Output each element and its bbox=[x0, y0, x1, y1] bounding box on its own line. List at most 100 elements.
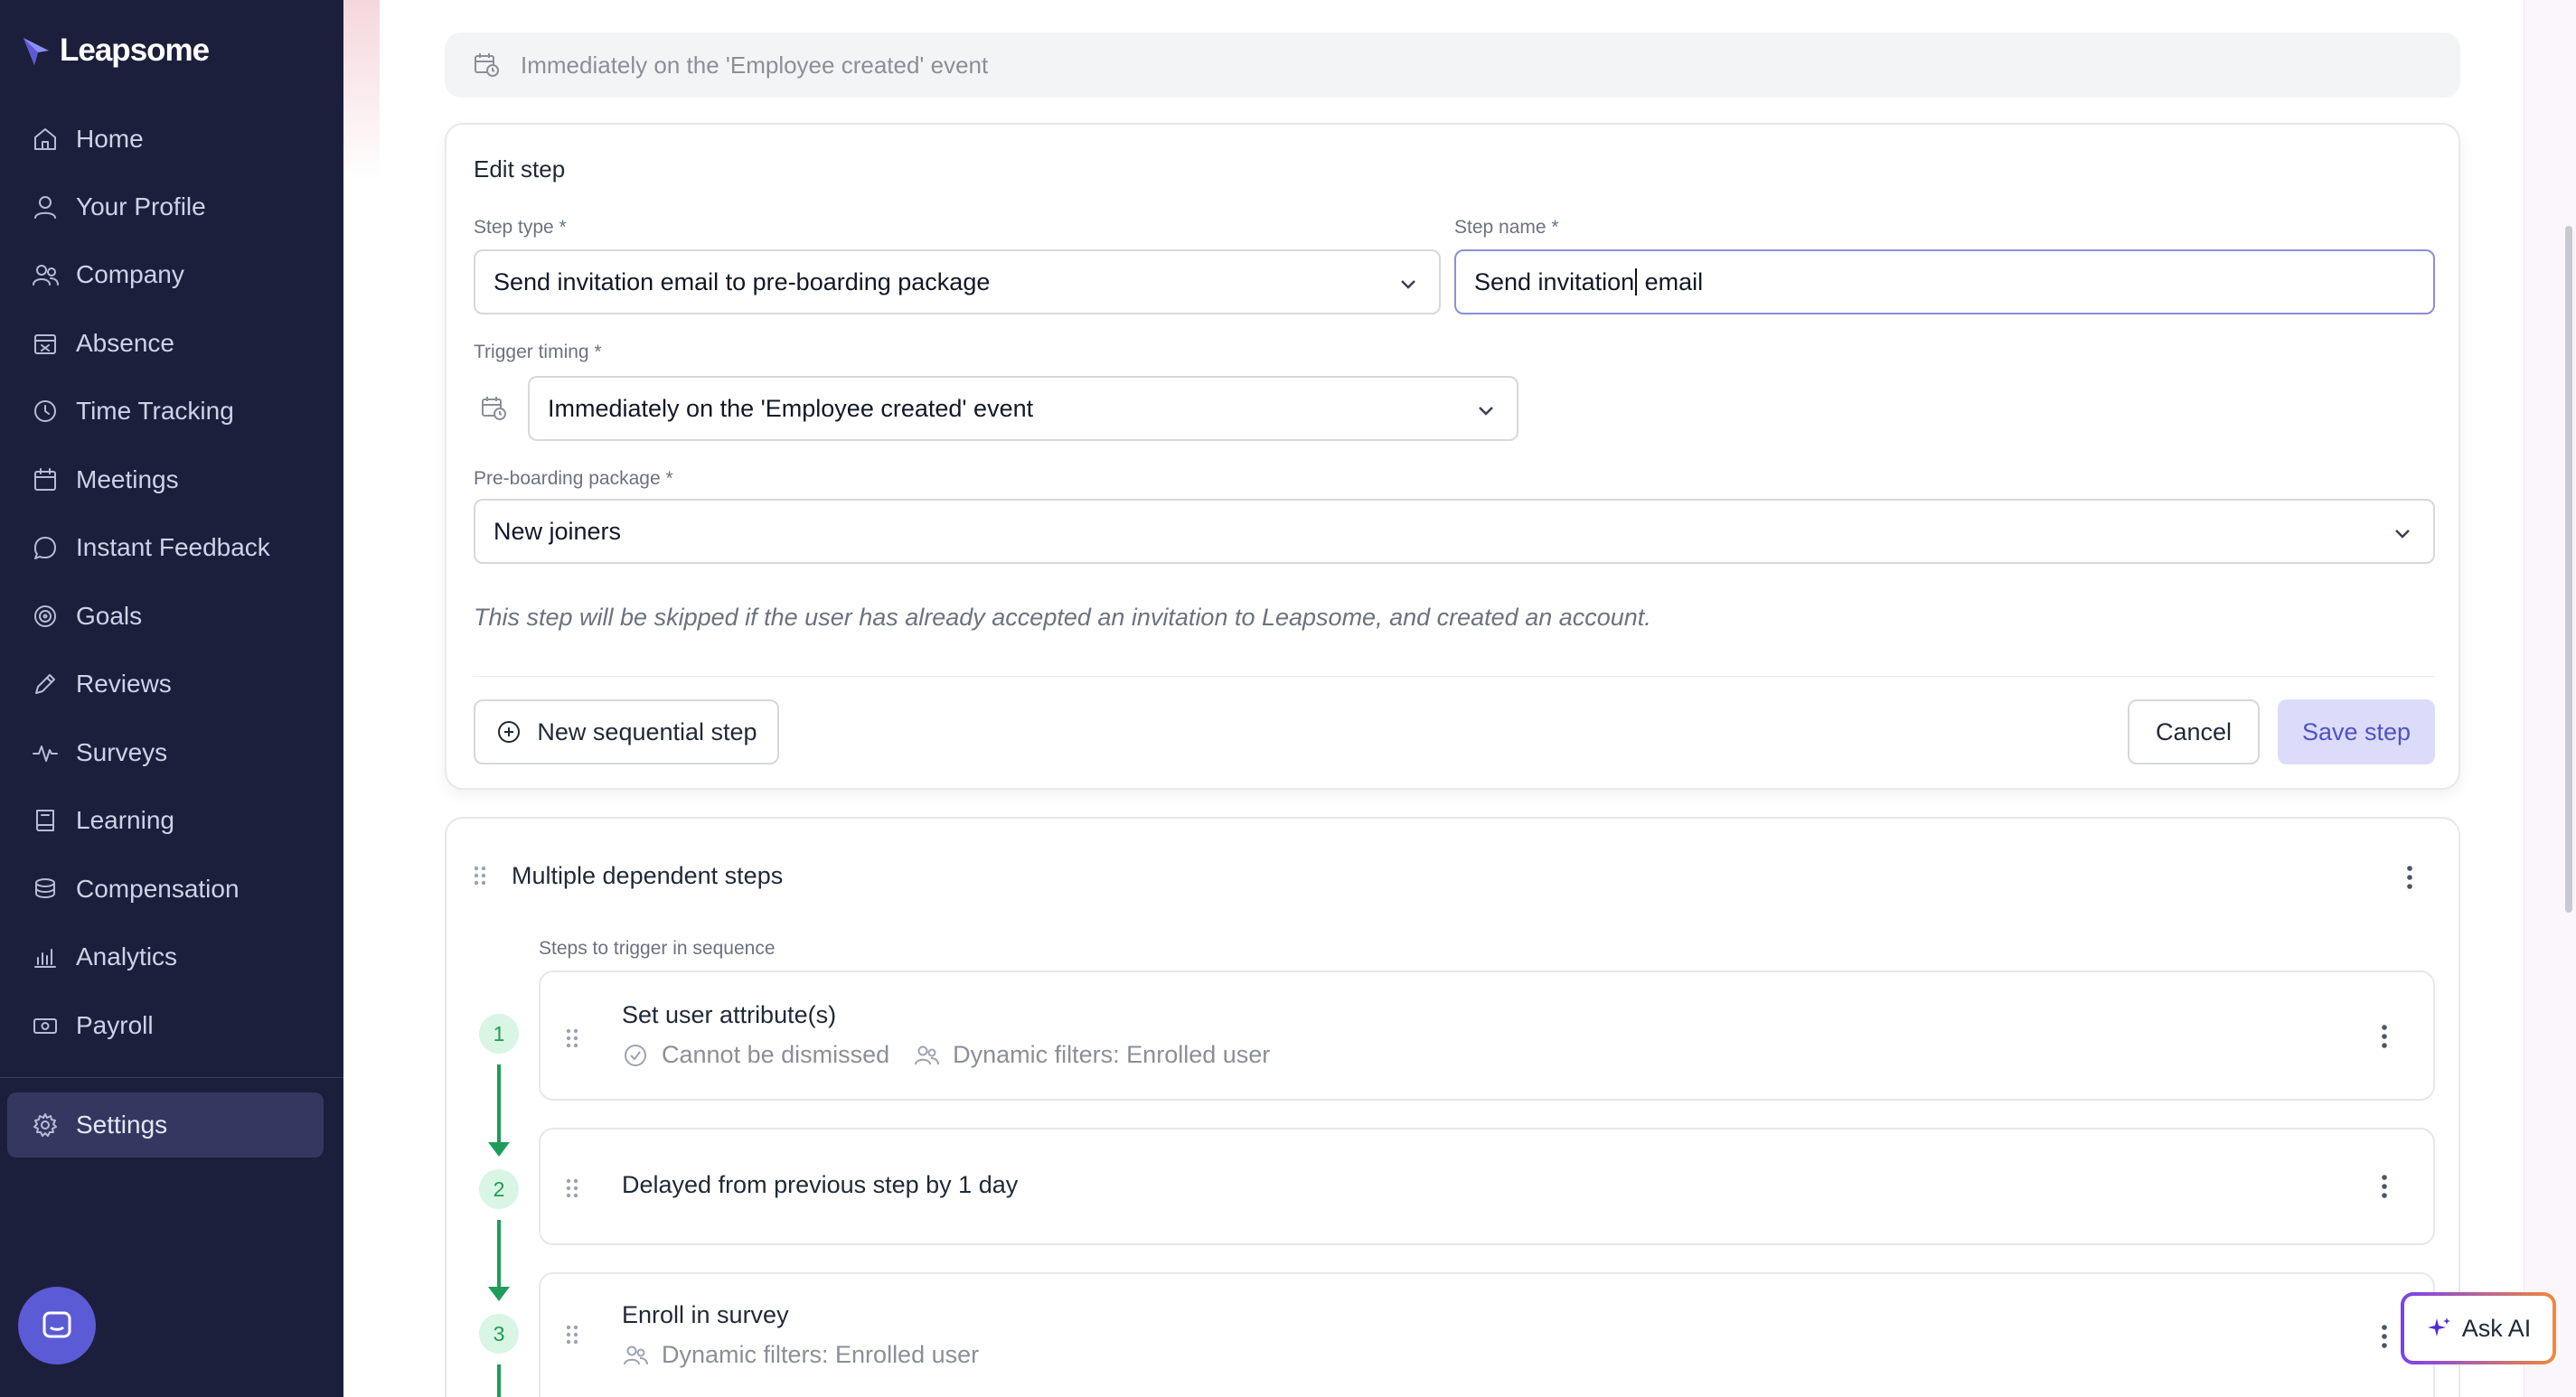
calendar-clock-icon bbox=[479, 394, 508, 427]
step-name-value-end: email bbox=[1638, 267, 1704, 295]
new-sequential-step-button[interactable]: New sequential step bbox=[474, 699, 779, 764]
leapsome-logo[interactable]: Leapsome bbox=[22, 33, 210, 69]
more-vertical-icon[interactable] bbox=[2381, 1325, 2388, 1348]
step-type-label: Step type * bbox=[474, 217, 567, 238]
sidebar-item-label: Company bbox=[76, 260, 184, 288]
sidebar-item-label: Meetings bbox=[76, 465, 179, 493]
package-value: New joiners bbox=[494, 517, 622, 545]
sidebar-item-analytics[interactable]: Analytics bbox=[7, 924, 324, 989]
trigger-banner[interactable]: Immediately on the 'Employee created' ev… bbox=[445, 33, 2460, 98]
drag-handle-icon[interactable] bbox=[566, 1178, 578, 1198]
calendar-icon bbox=[34, 468, 56, 491]
arrow-down-icon bbox=[488, 1142, 510, 1157]
message-icon bbox=[42, 1311, 71, 1338]
cancel-button[interactable]: Cancel bbox=[2128, 699, 2260, 764]
more-vertical-icon[interactable] bbox=[2381, 1025, 2388, 1048]
chevron-down-icon bbox=[2392, 522, 2413, 544]
new-step-label: New sequential step bbox=[537, 717, 757, 745]
cancel-label: Cancel bbox=[2155, 717, 2233, 745]
sidebar-item-goals[interactable]: Goals bbox=[7, 584, 324, 649]
sidebar-item-company[interactable]: Company bbox=[7, 242, 324, 307]
step-meta: Cannot be dismissed Dynamic filters: Enr… bbox=[622, 1041, 1270, 1069]
sidebar-item-label: Analytics bbox=[76, 942, 178, 970]
sidebar-item-learning[interactable]: Learning bbox=[7, 788, 324, 853]
more-vertical-icon[interactable] bbox=[2406, 866, 2413, 889]
users-icon bbox=[33, 265, 59, 286]
trigger-timing-label: Trigger timing * bbox=[474, 342, 602, 362]
step-number-badge: 3 bbox=[479, 1314, 519, 1354]
step-title: Delayed from previous step by 1 day bbox=[622, 1171, 1019, 1198]
sidebar-item-label: Home bbox=[76, 125, 144, 153]
sidebar: Leapsome Home Your Profile Company Absen… bbox=[0, 0, 343, 1397]
ask-ai-label: Ask AI bbox=[2461, 1314, 2532, 1342]
save-label: Save step bbox=[2301, 717, 2411, 745]
sidebar-item-label: Surveys bbox=[76, 738, 168, 766]
filter-text: Dynamic filters: Enrolled user bbox=[662, 1341, 980, 1368]
sidebar-item-your-profile[interactable]: Your Profile bbox=[7, 174, 324, 239]
text-caret bbox=[1635, 268, 1638, 295]
save-step-button[interactable]: Save step bbox=[2278, 699, 2435, 764]
sidebar-item-payroll[interactable]: Payroll bbox=[7, 993, 324, 1058]
main-gradient bbox=[343, 0, 380, 181]
drag-handle-icon[interactable] bbox=[566, 1325, 578, 1345]
sidebar-item-label: Compensation bbox=[76, 875, 240, 903]
step-name-label: Step name * bbox=[1454, 217, 1559, 238]
sidebar-item-absence[interactable]: Absence bbox=[7, 311, 324, 376]
step-name-input[interactable]: Send invitation email bbox=[1454, 249, 2435, 314]
sidebar-item-label: Learning bbox=[76, 806, 174, 834]
drag-handle-icon[interactable] bbox=[566, 1028, 578, 1048]
package-select[interactable]: New joiners bbox=[474, 499, 2435, 564]
edit-step-title: Edit step bbox=[474, 155, 566, 183]
sidebar-item-reviews[interactable]: Reviews bbox=[7, 652, 324, 717]
chat-icon bbox=[34, 537, 56, 559]
sidebar-item-instant-feedback[interactable]: Instant Feedback bbox=[7, 515, 324, 580]
target-icon bbox=[34, 605, 56, 627]
sidebar-item-label: Absence bbox=[76, 329, 174, 357]
step-card[interactable]: Delayed from previous step by 1 day bbox=[539, 1128, 2435, 1245]
sequence-connector bbox=[497, 1364, 501, 1397]
ask-ai-button[interactable]: Ask AI bbox=[2401, 1292, 2556, 1364]
drag-handle-icon[interactable] bbox=[474, 866, 486, 886]
more-vertical-icon[interactable] bbox=[2381, 1175, 2388, 1198]
chevron-down-icon bbox=[1397, 273, 1419, 295]
sidebar-item-compensation[interactable]: Compensation bbox=[7, 857, 324, 922]
clock-icon bbox=[34, 400, 56, 422]
sidebar-item-settings[interactable]: Settings bbox=[7, 1092, 324, 1158]
trigger-banner-text: Immediately on the 'Employee created' ev… bbox=[521, 51, 989, 79]
trigger-timing-select[interactable]: Immediately on the 'Employee created' ev… bbox=[528, 376, 1518, 441]
scrollbar-thumb[interactable] bbox=[2565, 226, 2572, 913]
filter-text: Dynamic filters: Enrolled user bbox=[953, 1041, 1271, 1068]
dismiss-status: Cannot be dismissed bbox=[662, 1041, 890, 1068]
sequence-connector bbox=[497, 1220, 501, 1290]
sidebar-item-label: Reviews bbox=[76, 670, 172, 698]
book-icon bbox=[36, 810, 54, 831]
step-card[interactable]: Set user attribute(s) Cannot be dismisse… bbox=[539, 970, 2435, 1101]
sparkles-icon bbox=[2427, 1317, 2450, 1336]
calendar-clock-icon bbox=[475, 53, 499, 77]
sequence-label: Steps to trigger in sequence bbox=[539, 938, 776, 959]
sidebar-item-label: Time Tracking bbox=[76, 397, 234, 425]
chart-icon bbox=[34, 949, 56, 968]
sidebar-item-home[interactable]: Home bbox=[7, 107, 324, 172]
support-chat-button[interactable] bbox=[18, 1287, 96, 1364]
step-type-select[interactable]: Send invitation email to pre-boarding pa… bbox=[474, 249, 1441, 314]
step-number-badge: 1 bbox=[479, 1014, 519, 1054]
dependent-steps-card: Multiple dependent steps Steps to trigge… bbox=[445, 817, 2460, 1397]
step-type-value: Send invitation email to pre-boarding pa… bbox=[494, 267, 991, 295]
chevron-down-icon bbox=[1475, 399, 1497, 421]
step-name-value-start: Send invitation bbox=[1474, 267, 1635, 295]
banknote-icon bbox=[33, 1018, 57, 1034]
step-card[interactable]: Enroll in survey Dynamic filters: Enroll… bbox=[539, 1272, 2435, 1397]
sidebar-item-surveys[interactable]: Surveys bbox=[7, 720, 324, 785]
calendar-x-icon bbox=[34, 334, 56, 354]
user-icon bbox=[34, 196, 56, 219]
home-icon bbox=[34, 128, 56, 150]
sidebar-item-meetings[interactable]: Meetings bbox=[7, 447, 324, 512]
trigger-timing-value: Immediately on the 'Employee created' ev… bbox=[548, 394, 1034, 422]
sidebar-item-label: Instant Feedback bbox=[76, 533, 270, 561]
sidebar-item-label: Payroll bbox=[76, 1011, 154, 1039]
sidebar-item-label: Settings bbox=[76, 1111, 168, 1139]
step-title: Enroll in survey bbox=[622, 1301, 789, 1328]
sidebar-item-time-tracking[interactable]: Time Tracking bbox=[7, 379, 324, 444]
sidebar-divider bbox=[0, 1077, 343, 1078]
